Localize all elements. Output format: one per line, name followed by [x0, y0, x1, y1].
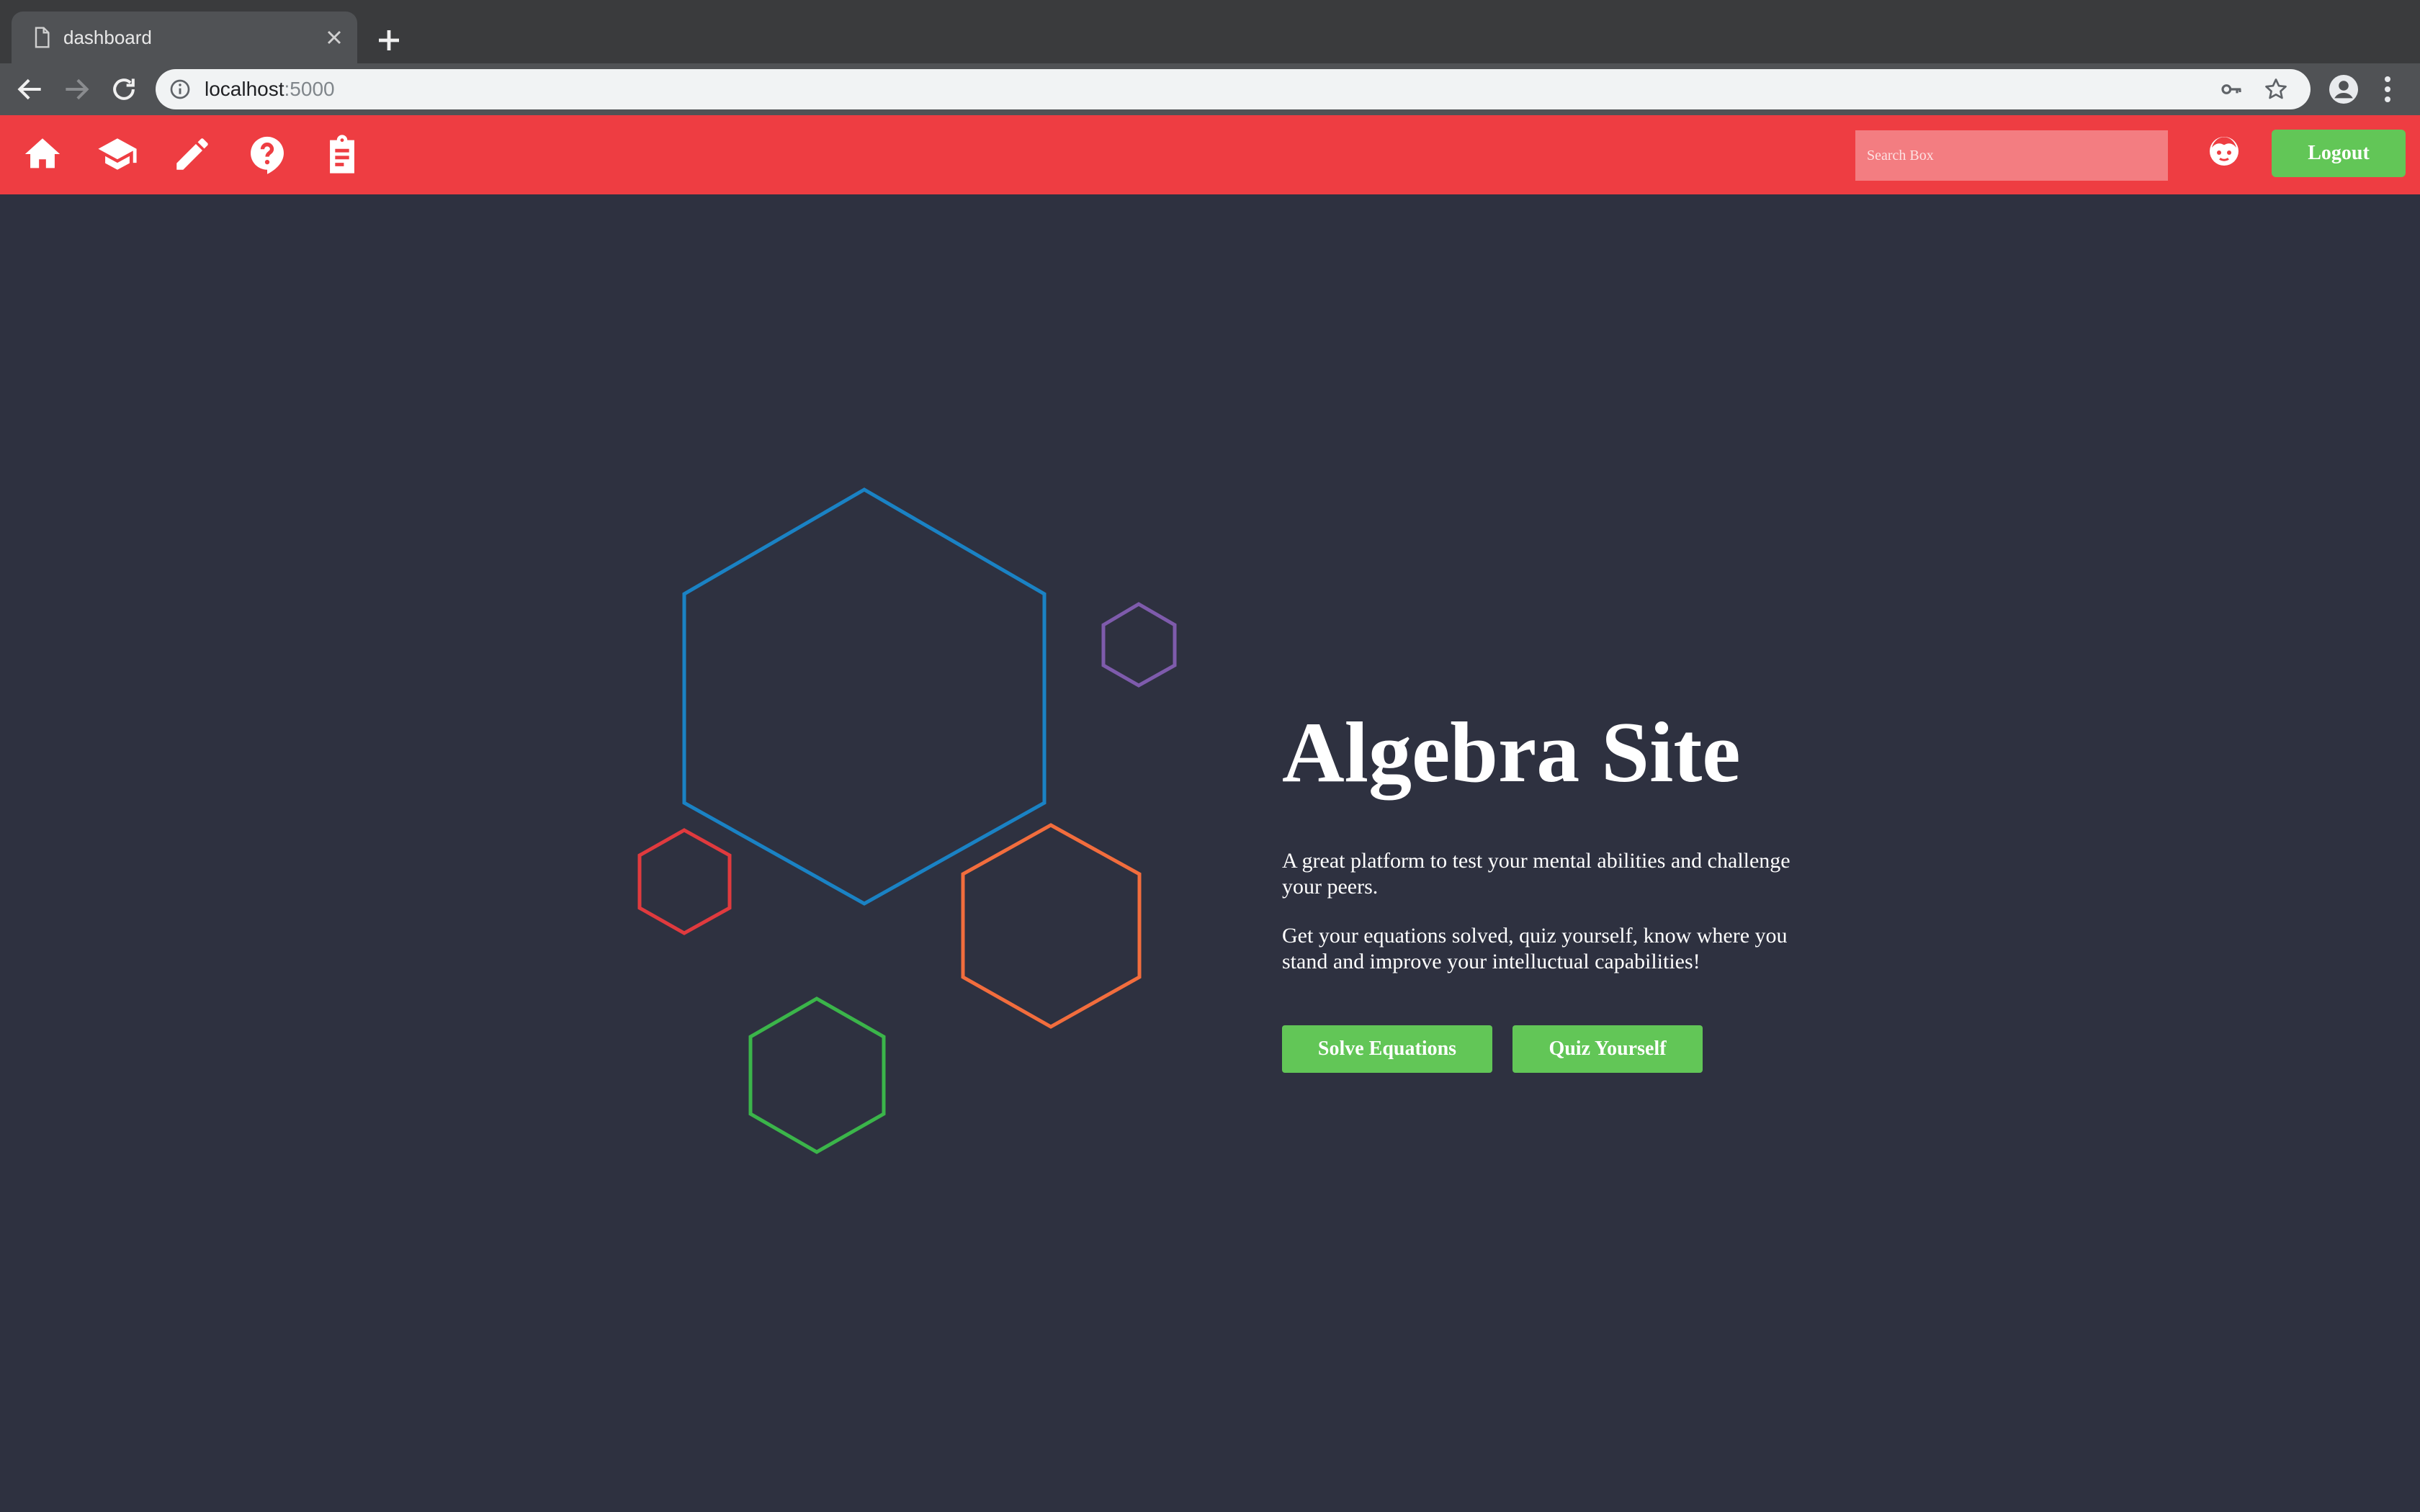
- star-icon[interactable]: [2263, 76, 2289, 102]
- logout-button[interactable]: Logout: [2272, 130, 2406, 177]
- tab-title: dashboard: [63, 27, 152, 48]
- plus-icon[interactable]: [372, 23, 406, 58]
- browser-tab-strip: dashboard: [0, 0, 2420, 63]
- smiley-icon[interactable]: [2207, 134, 2241, 168]
- info-icon[interactable]: [169, 78, 192, 101]
- hero-paragraph-2: Get your equations solved, quiz yourself…: [1282, 924, 1788, 973]
- menu-icon[interactable]: [2377, 72, 2398, 107]
- hero-section: Algebra Site A great platform to test yo…: [1282, 704, 1829, 1073]
- hexagon-decoration: [637, 487, 1177, 1154]
- app-navbar: Logout: [0, 115, 2420, 194]
- url-port: :5000: [284, 78, 335, 100]
- clipboard-icon[interactable]: [321, 133, 363, 175]
- reload-icon[interactable]: [108, 73, 140, 105]
- back-arrow-icon[interactable]: [14, 73, 46, 105]
- pencil-icon[interactable]: [171, 133, 213, 175]
- graduation-cap-icon[interactable]: [97, 133, 138, 175]
- hexagon-green: [748, 996, 886, 1154]
- hexagon-red: [637, 828, 732, 935]
- url-host: localhost: [205, 78, 284, 100]
- search-input[interactable]: [1855, 130, 2168, 181]
- page-title: Algebra Site: [1282, 704, 1741, 800]
- page-icon: [35, 27, 50, 48]
- question-bubble-icon[interactable]: [246, 133, 288, 175]
- close-icon[interactable]: [323, 26, 346, 49]
- forward-arrow-icon[interactable]: [60, 73, 92, 105]
- key-icon[interactable]: [2220, 78, 2243, 101]
- hexagon-blue: [682, 487, 1047, 906]
- profile-icon[interactable]: [2326, 72, 2361, 107]
- browser-tab[interactable]: dashboard: [12, 12, 357, 63]
- solve-equations-button[interactable]: Solve Equations: [1282, 1025, 1492, 1073]
- hexagon-orange: [961, 823, 1142, 1029]
- quiz-yourself-button[interactable]: Quiz Yourself: [1512, 1025, 1703, 1073]
- hexagon-purple: [1101, 602, 1177, 688]
- url-text[interactable]: localhost:5000: [205, 76, 335, 102]
- browser-toolbar: localhost:5000: [0, 63, 2420, 115]
- home-icon[interactable]: [22, 133, 63, 175]
- address-bar[interactable]: localhost:5000: [156, 69, 2311, 109]
- hero-paragraph-1: A great platform to test your mental abi…: [1282, 849, 1791, 899]
